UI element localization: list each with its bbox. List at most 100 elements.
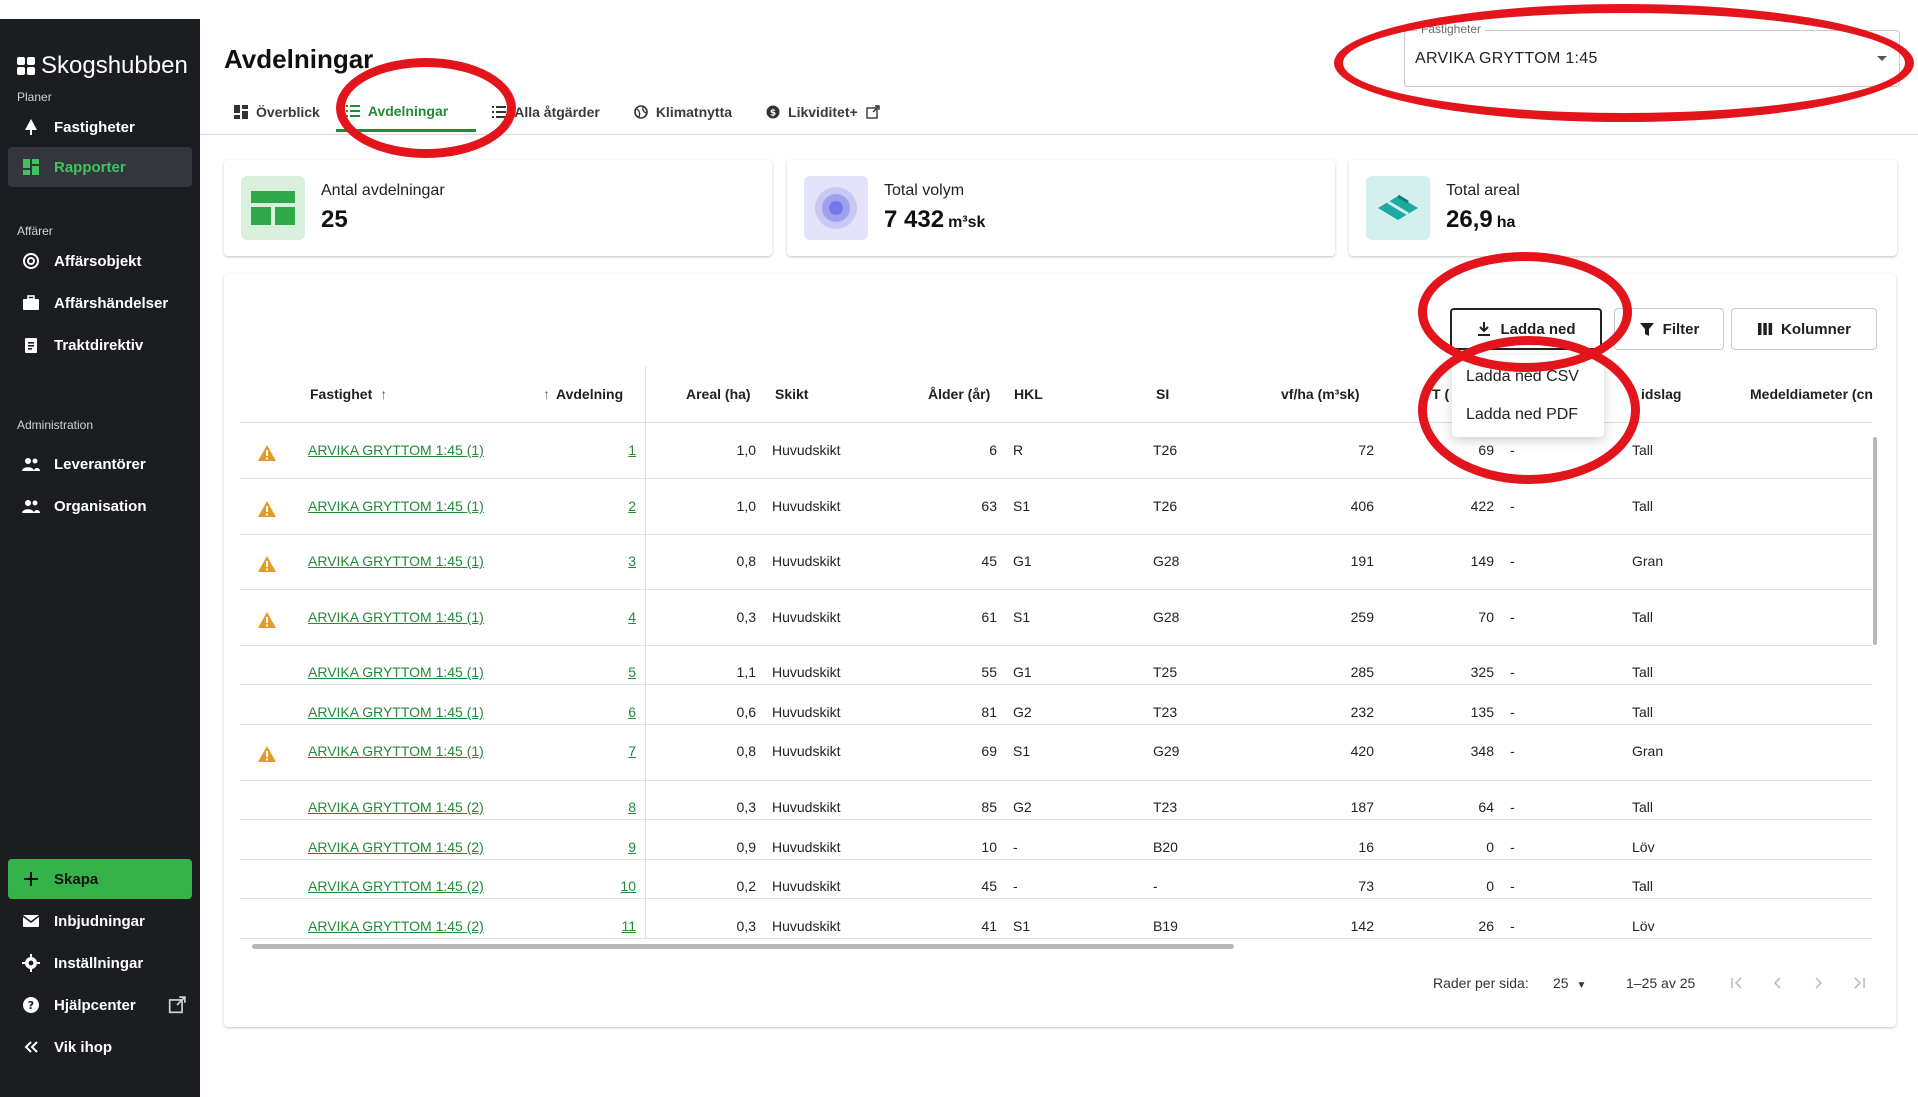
cell-alder: 63 (981, 498, 997, 514)
next-page-icon[interactable] (1810, 975, 1826, 991)
cell-areal: 0,8 (736, 553, 756, 569)
group-icon (22, 500, 40, 513)
column-header-areal[interactable]: Areal (ha) (686, 386, 751, 402)
cell-si: G29 (1153, 743, 1180, 759)
download-label: Ladda ned (1500, 320, 1576, 338)
cell-dash: - (1510, 609, 1515, 625)
sidebar-item-traktdirektiv[interactable]: Traktdirektiv (8, 325, 192, 365)
tab-avdelningar[interactable]: Avdelningar (335, 92, 477, 132)
stat-label: Antal avdelningar (321, 182, 445, 199)
last-page-icon[interactable] (1851, 975, 1867, 991)
cell-fastighet[interactable]: ARVIKA GRYTTOM 1:45 (1) (308, 442, 484, 458)
sidebar-item-fastigheter[interactable]: Fastigheter (8, 107, 192, 147)
tab-label: Alla åtgärder (514, 104, 600, 120)
prev-page-icon[interactable] (1770, 975, 1786, 991)
cell-avdelning[interactable]: 9 (628, 839, 636, 855)
cell-avdelning[interactable]: 7 (628, 743, 636, 759)
column-header-alder[interactable]: Ålder (år) (928, 386, 990, 402)
first-page-icon[interactable] (1729, 975, 1745, 991)
cell-si: T26 (1153, 442, 1178, 458)
cell-fastighet[interactable]: ARVIKA GRYTTOM 1:45 (1) (308, 553, 484, 569)
column-header-skikt[interactable]: Skikt (775, 386, 808, 402)
cell-si: - (1153, 878, 1158, 894)
sidebar-item-organisation[interactable]: Organisation (8, 486, 192, 526)
cell-si: B19 (1153, 918, 1178, 934)
cell-fastighet[interactable]: ARVIKA GRYTTOM 1:45 (2) (308, 839, 484, 855)
tab-alla-atgarder[interactable]: Alla åtgärder (476, 92, 610, 132)
cell-skikt: Huvudskikt (772, 918, 841, 934)
header-divider (200, 134, 1918, 135)
column-header-hkl[interactable]: HKL (1014, 386, 1043, 402)
cell-skikt: Huvudskikt (772, 878, 841, 894)
cell-avdelning[interactable]: 10 (620, 878, 636, 894)
sidebar-item-hjalpcenter[interactable]: ? Hjälpcenter (8, 985, 192, 1025)
sidebar-item-inbjudningar[interactable]: Inbjudningar (8, 901, 192, 941)
cell-avdelning[interactable]: 2 (628, 498, 636, 514)
row-divider (240, 938, 1872, 939)
row-divider (240, 534, 1872, 535)
column-header-avdelning[interactable]: ↑ Avdelning (543, 386, 623, 402)
tab-klimatnytta[interactable]: Klimatnytta (610, 92, 742, 132)
column-header-tradslag[interactable]: idslag (1641, 386, 1681, 402)
columns-button[interactable]: Kolumner (1731, 308, 1877, 350)
cell-skikt: Huvudskikt (772, 664, 841, 680)
cell-tradslag: Löv (1632, 918, 1655, 934)
cell-avdelning[interactable]: 4 (628, 609, 636, 625)
cell-avdelning[interactable]: 11 (621, 918, 636, 934)
sidebar-collapse[interactable]: Vik ihop (8, 1027, 192, 1067)
vertical-scrollbar[interactable] (1873, 437, 1877, 645)
sidebar-item-affarsobjekt[interactable]: Affärsobjekt (8, 241, 192, 281)
create-button[interactable]: Skapa (8, 859, 192, 899)
sidebar-item-leverantorer[interactable]: Leverantörer (8, 444, 192, 484)
horizontal-scrollbar[interactable] (252, 944, 1234, 949)
stat-card-avdelningar: Antal avdelningar 25 (224, 160, 772, 256)
cell-fastighet[interactable]: ARVIKA GRYTTOM 1:45 (1) (308, 609, 484, 625)
brand-logo[interactable]: Skogshubben (17, 52, 188, 80)
sidebar-item-affarshandelser[interactable]: Affärshändelser (8, 283, 192, 323)
brand-name: Skogshubben (41, 52, 188, 79)
cell-avdelning[interactable]: 5 (628, 664, 636, 680)
cell-fastighet[interactable]: ARVIKA GRYTTOM 1:45 (1) (308, 704, 484, 720)
cell-fastighet[interactable]: ARVIKA GRYTTOM 1:45 (1) (308, 664, 484, 680)
sidebar-item-installningar[interactable]: Inställningar (8, 943, 192, 983)
warning-icon (258, 746, 276, 762)
sidebar-item-rapporter[interactable]: Rapporter (8, 147, 192, 187)
rows-per-page-select[interactable]: 25 ▼ (1553, 975, 1586, 991)
column-header-si[interactable]: SI (1156, 386, 1169, 402)
clipboard-icon (25, 338, 37, 353)
property-select[interactable]: Fastigheter ARVIKA GRYTTOM 1:45 (1404, 22, 1900, 87)
cell-avdelning[interactable]: 3 (628, 553, 636, 569)
cell-hkl: - (1013, 878, 1018, 894)
cell-avdelning[interactable]: 6 (628, 704, 636, 720)
cell-avdelning[interactable]: 1 (628, 442, 636, 458)
tab-likviditet[interactable]: $ Likviditet+ (742, 92, 890, 132)
tree-icon (25, 119, 37, 135)
cell-vfha: 285 (1350, 664, 1374, 680)
column-header-vfha[interactable]: vf/ha (m³sk) (1281, 386, 1360, 402)
cell-fastighet[interactable]: ARVIKA GRYTTOM 1:45 (2) (308, 918, 484, 934)
cell-hkl: S1 (1013, 918, 1031, 934)
cell-fastighet[interactable]: ARVIKA GRYTTOM 1:45 (1) (308, 498, 484, 514)
mail-icon (22, 915, 40, 927)
cell-tradslag: Tall (1632, 878, 1654, 894)
column-header-fastighet[interactable]: Fastighet ↑ (310, 386, 387, 402)
globe-icon (634, 105, 648, 119)
cell-fastighet[interactable]: ARVIKA GRYTTOM 1:45 (2) (308, 878, 484, 894)
property-select-value: ARVIKA GRYTTOM 1:45 (1415, 50, 1598, 67)
menu-item-download-pdf[interactable]: Ladda ned PDF (1466, 406, 1578, 424)
sidebar-item-label: Traktdirektiv (54, 336, 144, 354)
tab-label: Klimatnytta (655, 104, 733, 120)
cell-avdelning[interactable]: 8 (628, 799, 636, 815)
column-header-medeldiameter[interactable]: Medeldiameter (cn (1750, 386, 1880, 402)
section-label-administration: Administration (17, 418, 94, 432)
column-header-volym[interactable]: T ( (1432, 386, 1449, 402)
tab-overblick[interactable]: Överblick (224, 92, 330, 132)
cell-si: T23 (1153, 704, 1178, 720)
menu-item-download-csv[interactable]: Ladda ned CSV (1466, 368, 1579, 386)
filter-button[interactable]: Filter (1614, 308, 1724, 350)
download-button[interactable]: Ladda ned (1450, 308, 1602, 350)
cell-fastighet[interactable]: ARVIKA GRYTTOM 1:45 (2) (308, 799, 484, 815)
cell-fastighet[interactable]: ARVIKA GRYTTOM 1:45 (1) (308, 743, 484, 759)
stat-value: 7 432 m³sk (884, 206, 986, 233)
cell-hkl: G2 (1013, 704, 1032, 720)
